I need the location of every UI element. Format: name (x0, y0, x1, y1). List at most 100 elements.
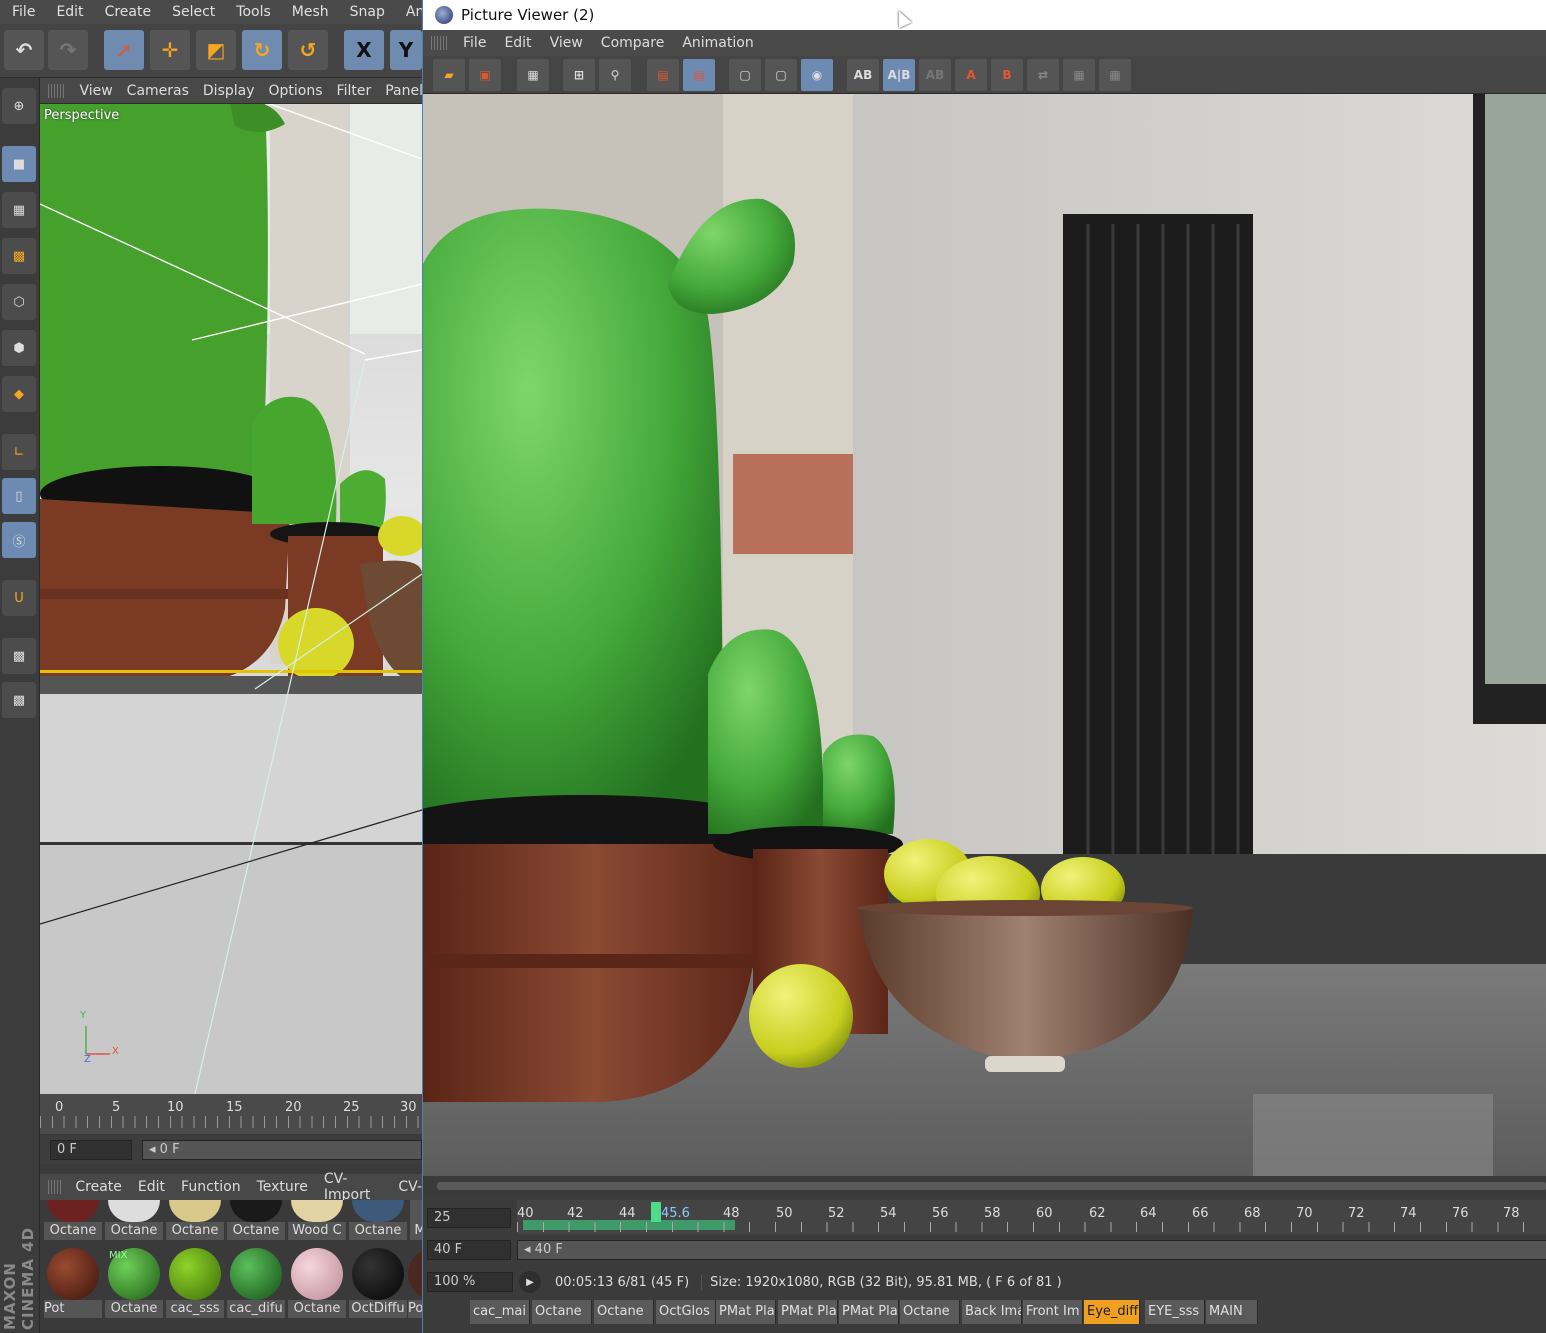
pv-menu-animation[interactable]: Animation (674, 35, 763, 51)
scale-tool-button[interactable]: ◩ (196, 30, 236, 70)
frame-range-slider[interactable]: ◂ 0 F (142, 1140, 422, 1160)
mat-menu-edit[interactable]: Edit (130, 1179, 173, 1195)
material-swatch[interactable]: Wood C (288, 1200, 346, 1240)
mat-menu-texture[interactable]: Texture (249, 1179, 316, 1195)
zoom-field[interactable]: 100 % (427, 1272, 513, 1292)
set-b-button[interactable]: B (991, 59, 1023, 91)
render-region-button[interactable]: ⊞ (563, 59, 595, 91)
material-swatch[interactable]: cac_difu (227, 1248, 285, 1318)
viewport-menu-cameras[interactable]: Cameras (120, 83, 196, 99)
fps-field[interactable]: 25 (427, 1208, 511, 1228)
menu-tools[interactable]: Tools (224, 4, 280, 20)
swap-button[interactable]: ⇄ (1027, 59, 1059, 91)
timeline-ruler[interactable]: 0 5 10 15 20 25 30 (40, 1094, 422, 1134)
playhead-marker[interactable] (651, 1202, 661, 1222)
horizontal-scrollbar[interactable] (423, 1176, 1546, 1196)
layout-button[interactable]: ▦ (1063, 59, 1095, 91)
material-swatch[interactable]: cac_sss (166, 1248, 224, 1318)
material-tab[interactable]: PMat Pla (778, 1300, 838, 1324)
points-mode-button[interactable]: ⬡ (2, 284, 36, 320)
material-swatch[interactable]: Octane (166, 1200, 224, 1240)
pv-menu-compare[interactable]: Compare (593, 35, 675, 51)
interactive-render-button[interactable]: ◉ (801, 59, 833, 91)
tweak-mode-button[interactable]: ▯ (2, 478, 36, 514)
material-tab[interactable]: Octane (532, 1300, 592, 1324)
menu-mesh[interactable]: Mesh (280, 4, 338, 20)
snap-button[interactable]: U (2, 580, 36, 616)
material-swatch[interactable]: Octane (349, 1200, 407, 1240)
material-tab[interactable]: Octane (900, 1300, 960, 1324)
material-tab[interactable]: Back Ima (962, 1300, 1022, 1324)
material-swatch[interactable]: Octane (227, 1200, 285, 1240)
material-tab[interactable]: PMat Pla (716, 1300, 776, 1324)
pv-menu-file[interactable]: File (455, 35, 496, 51)
menu-snap[interactable]: Snap (338, 4, 394, 20)
layout-alt-button[interactable]: ▦ (1099, 59, 1131, 91)
save-button[interactable]: ▣ (469, 59, 501, 91)
undo-button[interactable]: ↶ (4, 30, 44, 70)
region-render-button[interactable]: ▢ (765, 59, 797, 91)
picture-viewer-titlebar[interactable]: Picture Viewer (2) (423, 0, 1546, 30)
material-tab[interactable]: Front Im (1023, 1300, 1083, 1324)
redo-button[interactable]: ↷ (48, 30, 88, 70)
viewport-menu-options[interactable]: Options (262, 83, 330, 99)
move-tool-button[interactable]: ✛ (150, 30, 190, 70)
lock-workplane-button[interactable]: ▩ (2, 638, 36, 674)
open-button[interactable]: ▰ (433, 59, 465, 91)
mat-menu-cv-import[interactable]: CV-Import (316, 1171, 391, 1203)
menu-edit[interactable]: Edit (44, 4, 92, 20)
mat-menu-function[interactable]: Function (173, 1179, 249, 1195)
material-tab[interactable]: PMat Pla (839, 1300, 899, 1324)
axis-mode-button[interactable]: ∟ (2, 434, 36, 470)
edges-mode-button[interactable]: ⬢ (2, 330, 36, 366)
model-mode-button[interactable]: ■ (2, 146, 36, 182)
solo-button[interactable]: Ⓢ (2, 522, 36, 558)
viewport-menu-display[interactable]: Display (196, 83, 262, 99)
ab-split-button[interactable]: A|B (883, 59, 915, 91)
fit-button[interactable]: ▦ (517, 59, 549, 91)
material-tab-active[interactable]: Eye_diff (1084, 1300, 1140, 1324)
mat-menu-create[interactable]: Create (67, 1179, 130, 1195)
grip-handle[interactable] (431, 36, 447, 50)
viewport-menu-filter[interactable]: Filter (330, 83, 379, 99)
rendered-image[interactable] (423, 94, 1546, 1176)
material-tab[interactable]: MAIN (1206, 1300, 1258, 1324)
stop-button[interactable]: ▤ (647, 59, 679, 91)
show-region-button[interactable]: ▢ (729, 59, 761, 91)
grip-handle[interactable] (48, 83, 67, 98)
set-a-button[interactable]: A (955, 59, 987, 91)
material-swatch[interactable]: Pot (44, 1248, 102, 1318)
workplane-button[interactable]: ⊕ (2, 88, 36, 124)
viewport-camera-label[interactable]: Perspective (44, 108, 119, 123)
stop-all-button[interactable]: ▤ (683, 59, 715, 91)
frame-slider[interactable]: ◂ 40 F (517, 1240, 1546, 1260)
axis-x-button[interactable]: X (344, 30, 384, 70)
material-swatch[interactable]: OctDiffu (349, 1248, 407, 1318)
workplane-mode-button[interactable]: ▩ (2, 238, 36, 274)
frame-field[interactable]: 40 F (427, 1240, 511, 1260)
recent-tool-button[interactable]: ↺ (288, 30, 328, 70)
picture-viewer-timeline[interactable]: 40 42 44 45.6 48 50 52 54 56 58 60 62 64… (517, 1200, 1546, 1234)
material-swatch[interactable]: Octane (105, 1200, 163, 1240)
scrollbar-thumb[interactable] (437, 1182, 1546, 1190)
material-tab[interactable]: EYE_sss (1145, 1300, 1205, 1324)
material-tab[interactable]: OctGlos (656, 1300, 716, 1324)
pv-menu-view[interactable]: View (542, 35, 593, 51)
polygons-mode-button[interactable]: ◆ (2, 376, 36, 412)
texture-mode-button[interactable]: ▦ (2, 192, 36, 228)
current-frame-field[interactable]: 0 F (50, 1140, 132, 1160)
material-swatch[interactable]: MIX Octane (105, 1248, 163, 1318)
material-tab[interactable]: Octane (594, 1300, 654, 1324)
ab-compare-button[interactable]: AB (847, 59, 879, 91)
material-swatch[interactable]: Octane (288, 1248, 346, 1318)
play-button[interactable]: ▶ (519, 1271, 541, 1293)
menu-file[interactable]: File (0, 4, 44, 20)
viewport-menu-view[interactable]: View (72, 83, 119, 99)
grip-handle[interactable] (48, 1180, 62, 1194)
select-tool-button[interactable]: ➚ (104, 30, 144, 70)
stop-render-button[interactable]: ⚲ (599, 59, 631, 91)
workplane-align-button[interactable]: ▩ (2, 682, 36, 718)
material-swatch[interactable]: Octane (44, 1200, 102, 1240)
material-tab[interactable]: cac_mai (470, 1300, 530, 1324)
ab-diff-button[interactable]: AB (919, 59, 951, 91)
